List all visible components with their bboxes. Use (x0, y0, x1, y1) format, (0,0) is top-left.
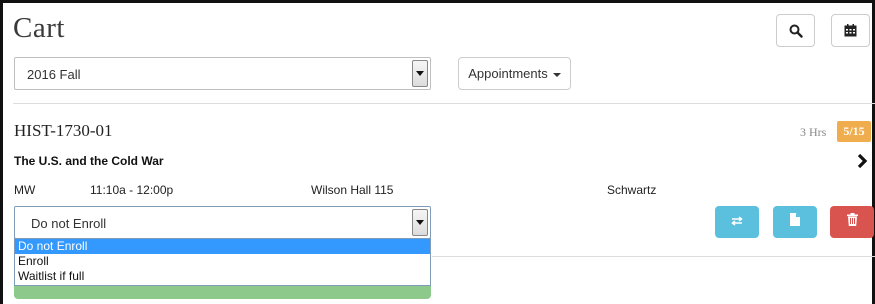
delete-button[interactable] (830, 206, 874, 238)
page-title: Cart (13, 12, 65, 44)
trash-icon (846, 213, 858, 231)
option-do-not-enroll[interactable]: Do not Enroll (15, 239, 430, 254)
term-select[interactable]: 2016 Fall (14, 57, 431, 90)
term-select-arrow[interactable] (412, 60, 428, 87)
enroll-select-arrow[interactable] (412, 209, 428, 236)
submit-bar[interactable] (14, 285, 431, 299)
file-icon (790, 213, 800, 231)
calendar-button[interactable] (831, 14, 870, 47)
meeting-time: 11:10a - 12:00p (90, 183, 174, 197)
swap-button[interactable] (715, 206, 759, 238)
course-code: HIST-1730-01 (14, 121, 113, 140)
enroll-options-list: Do not Enroll Enroll Waitlist if full (14, 238, 431, 286)
meeting-days: MW (14, 183, 36, 197)
swap-arrows-icon (731, 213, 743, 231)
option-waitlist[interactable]: Waitlist if full (15, 269, 430, 284)
enroll-select-value: Do not Enroll (31, 216, 107, 231)
chevron-right-icon[interactable] (856, 153, 868, 174)
calendar-icon (844, 24, 857, 37)
divider (432, 256, 875, 257)
chevron-down-icon (416, 220, 424, 225)
course-title: The U.S. and the Cold War (14, 154, 164, 168)
search-icon (789, 24, 803, 38)
meeting-location: Wilson Hall 115 (311, 183, 394, 197)
details-button[interactable] (773, 206, 817, 238)
caret-down-icon (552, 72, 561, 77)
search-button[interactable] (776, 14, 815, 47)
divider (13, 103, 875, 104)
appointments-button[interactable]: Appointments (458, 57, 571, 90)
seats-badge: 5/15 (837, 121, 871, 142)
instructor: Schwartz (607, 183, 657, 197)
enroll-select[interactable]: Do not Enroll (14, 206, 431, 239)
appointments-label: Appointments (468, 66, 548, 81)
option-enroll[interactable]: Enroll (15, 254, 430, 269)
chevron-down-icon (416, 71, 424, 76)
term-select-value: 2016 Fall (27, 67, 81, 82)
credit-hours: 3 Hrs (800, 125, 827, 139)
